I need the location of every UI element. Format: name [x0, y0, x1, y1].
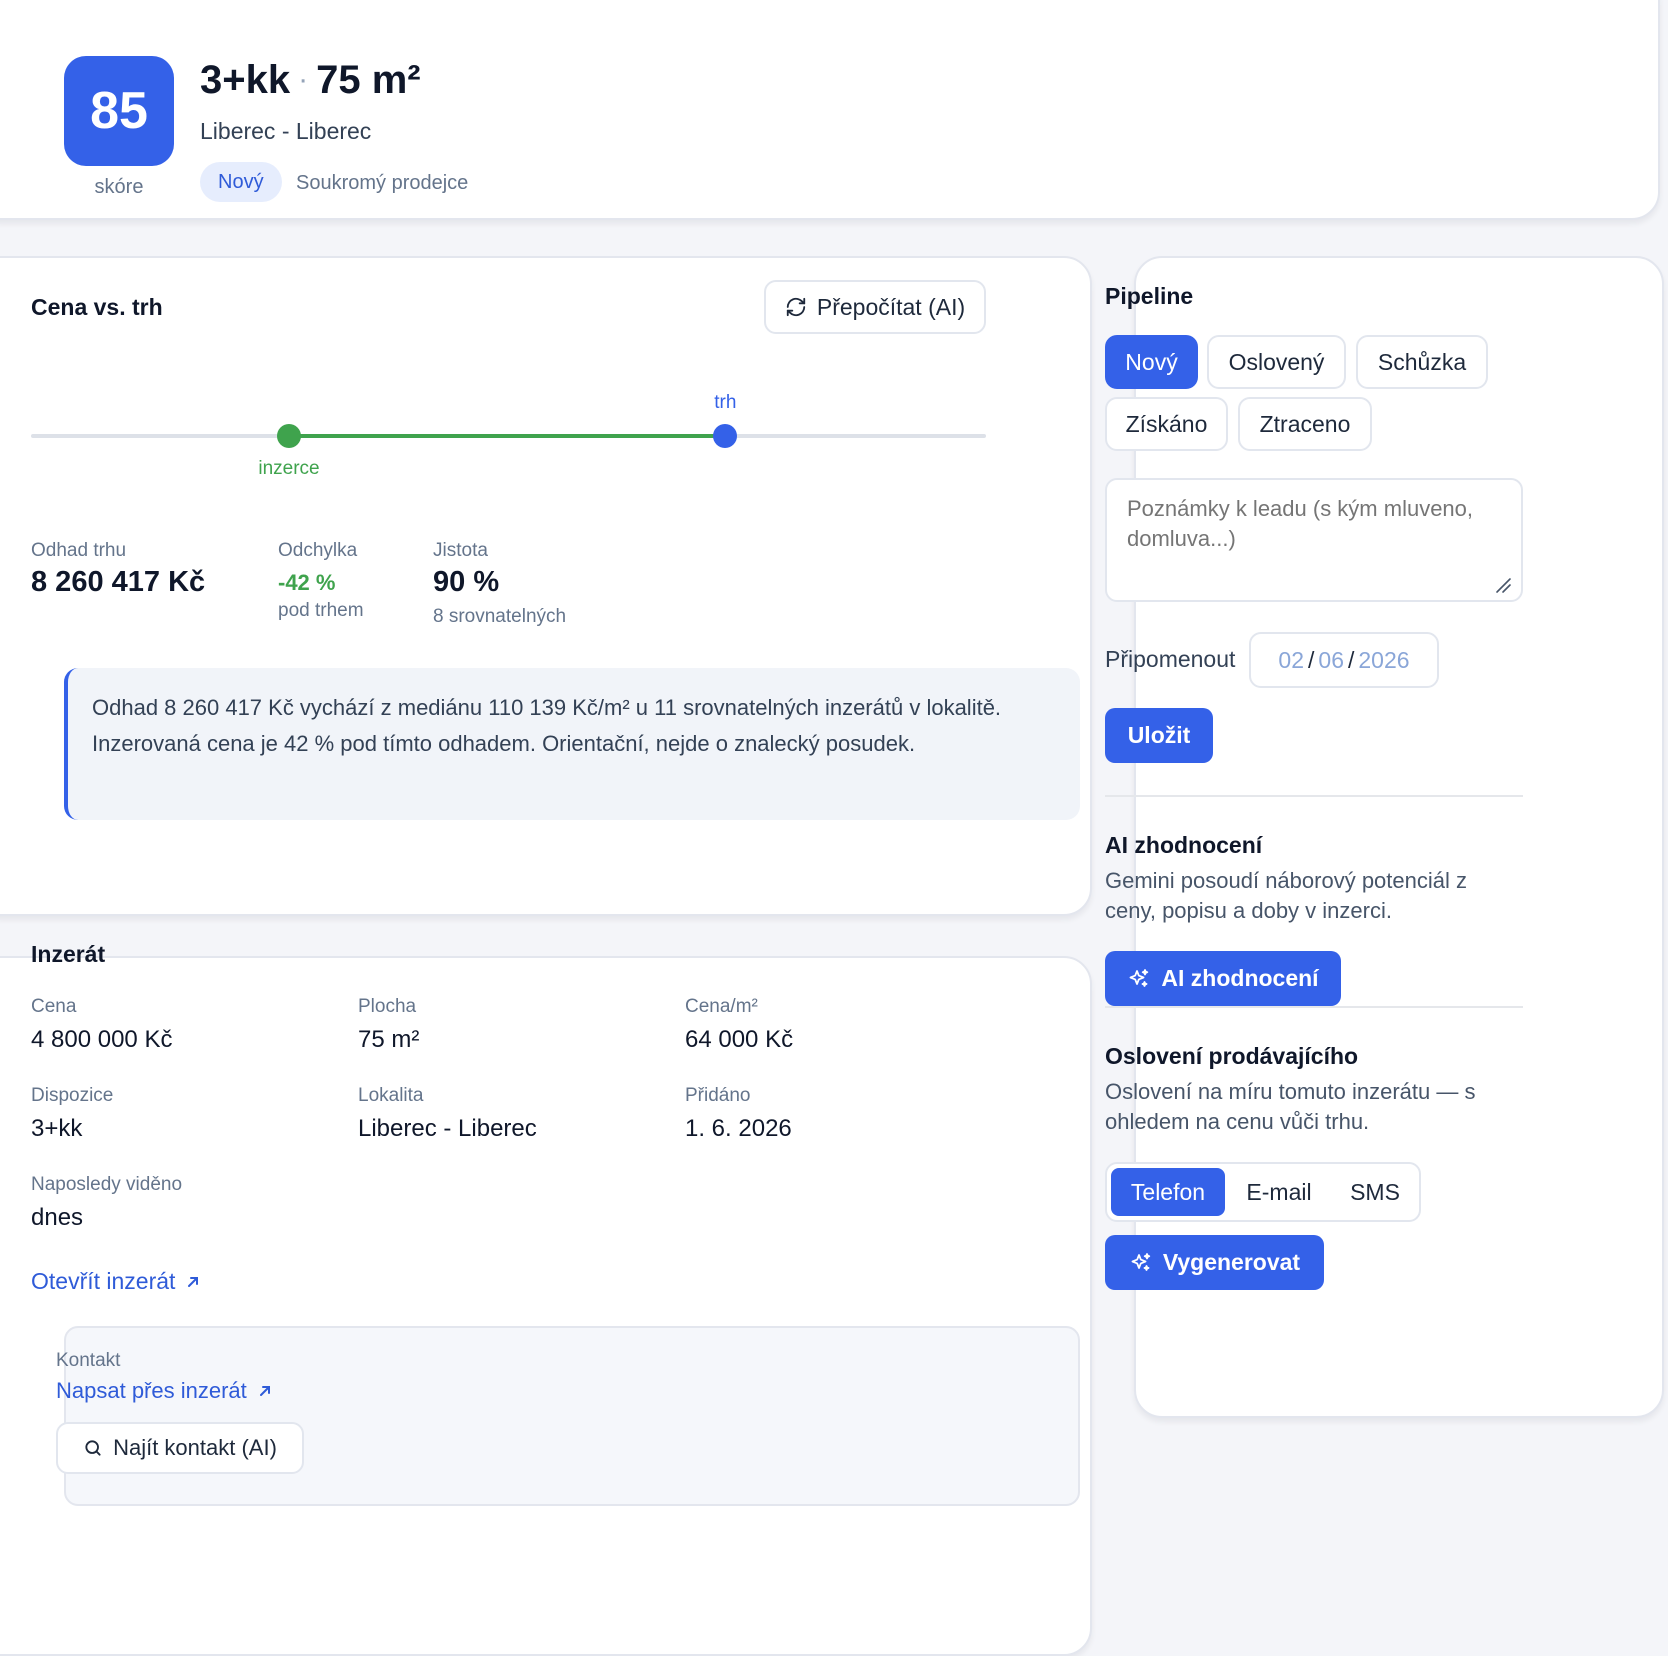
- score-label: skóre: [94, 176, 144, 198]
- field-value-last-seen: dnes: [31, 1204, 84, 1231]
- field-label-location: Lokalita: [358, 1085, 424, 1106]
- reminder-date-input[interactable]: 02/06/2026: [1249, 632, 1439, 688]
- find-contact-label: Najít kontakt (AI): [113, 1435, 277, 1460]
- search-icon: [85, 1440, 101, 1456]
- confidence-sub: 8 srovnatelných: [433, 606, 567, 627]
- message-via-listing-link[interactable]: Napsat přes inzerát: [56, 1378, 273, 1404]
- stage-won[interactable]: Získáno: [1105, 397, 1228, 451]
- ai-evaluation-description: Gemini posoudí náborový potenciál z ceny…: [1105, 868, 1467, 923]
- status-badge: Nový: [200, 162, 282, 202]
- confidence-value: 90 %: [433, 566, 500, 598]
- confidence-label: Jistota: [433, 540, 488, 561]
- deviation-sub: pod trhem: [278, 600, 364, 621]
- field-value-price: 4 800 000 Kč: [31, 1026, 173, 1053]
- title-area: 75 m²: [316, 58, 421, 102]
- field-value-price-per-m2: 64 000 Kč: [685, 1026, 794, 1053]
- field-value-location: Liberec - Liberec: [358, 1115, 537, 1142]
- contact-label: Kontakt: [56, 1350, 121, 1371]
- refresh-icon: [786, 297, 806, 317]
- estimate-value: 8 260 417 Kč: [31, 566, 206, 598]
- estimate-explanation: Odhad 8 260 417 Kč vychází z mediánu 110…: [64, 668, 1080, 820]
- deviation-label: Odchylka: [278, 540, 358, 561]
- field-value-added: 1. 6. 2026: [685, 1115, 792, 1142]
- lead-notes-textarea[interactable]: [1105, 478, 1523, 602]
- channel-selector: Telefon E-mail SMS: [1105, 1162, 1421, 1222]
- outreach-title: Oslovení prodávajícího: [1105, 1043, 1359, 1069]
- channel-sms[interactable]: SMS: [1331, 1168, 1419, 1216]
- date-month: 06: [1318, 646, 1344, 673]
- seller-type: Soukromý prodejce: [296, 172, 469, 194]
- external-link-icon: [259, 1386, 270, 1396]
- open-listing-link[interactable]: Otevřít inzerát: [31, 1268, 201, 1295]
- score-badge: 85: [64, 56, 174, 166]
- title-layout: 3+kk: [200, 58, 291, 102]
- price-gap-bar: [288, 434, 726, 438]
- channel-email[interactable]: E-mail: [1229, 1168, 1329, 1216]
- resize-handle-icon[interactable]: [1494, 576, 1512, 594]
- generate-button[interactable]: Vygenerovat: [1105, 1235, 1324, 1290]
- divider: [1105, 1006, 1523, 1008]
- save-button[interactable]: Uložit: [1105, 708, 1213, 763]
- external-link-icon: [188, 1276, 199, 1287]
- open-listing-label: Otevřít inzerát: [31, 1268, 176, 1294]
- divider: [1105, 795, 1523, 797]
- date-separator: /: [1348, 646, 1355, 673]
- field-label-price: Cena: [31, 996, 77, 1017]
- field-label-last-seen: Naposledy viděno: [31, 1174, 183, 1195]
- pipeline-title: Pipeline: [1105, 283, 1194, 309]
- deviation-value: -42 %: [278, 570, 336, 595]
- price-card-title: Cena vs. trh: [31, 294, 163, 320]
- ai-evaluation-button[interactable]: AI zhodnocení: [1105, 951, 1341, 1006]
- generate-button-label: Vygenerovat: [1162, 1249, 1301, 1275]
- stage-contacted[interactable]: Oslovený: [1207, 335, 1346, 389]
- stage-lost[interactable]: Ztraceno: [1238, 397, 1372, 451]
- ai-evaluation-title: AI zhodnocení: [1105, 832, 1263, 858]
- title-separator: ·: [298, 63, 309, 96]
- listing-marker-label: inzerce: [258, 458, 320, 479]
- sparkles-icon: [1130, 968, 1149, 987]
- page-title: 3+kk · 75 m²: [200, 58, 421, 103]
- recalculate-button[interactable]: Přepočítat (AI): [764, 280, 986, 334]
- field-value-area: 75 m²: [358, 1026, 420, 1053]
- channel-phone[interactable]: Telefon: [1111, 1168, 1225, 1216]
- recalculate-label: Přepočítat (AI): [816, 293, 966, 320]
- field-label-area: Plocha: [358, 996, 417, 1017]
- field-label-layout: Dispozice: [31, 1085, 114, 1106]
- market-marker-label: trh: [714, 392, 737, 413]
- field-value-layout: 3+kk: [31, 1115, 83, 1142]
- field-label-price-per-m2: Cena/m²: [685, 996, 758, 1017]
- ai-evaluation-button-label: AI zhodnocení: [1161, 965, 1319, 991]
- estimate-label: Odhad trhu: [31, 540, 127, 561]
- listing-card-title: Inzerát: [31, 941, 106, 967]
- date-year: 2026: [1358, 646, 1410, 673]
- field-label-added: Přidáno: [685, 1085, 751, 1106]
- date-separator: /: [1308, 646, 1315, 673]
- listing-card: [0, 956, 1092, 1656]
- contact-box: [64, 1326, 1080, 1506]
- sparkles-icon: [1131, 1252, 1151, 1271]
- location-subtitle: Liberec - Liberec: [200, 118, 372, 144]
- listing-price-marker: [276, 424, 301, 448]
- stage-meeting[interactable]: Schůzka: [1356, 335, 1488, 389]
- find-contact-button[interactable]: Najít kontakt (AI): [56, 1422, 304, 1474]
- outreach-description: Oslovení na míru tomuto inzerátu — s ohl…: [1105, 1079, 1476, 1134]
- remind-label: Připomenout: [1105, 646, 1236, 672]
- message-via-listing-label: Napsat přes inzerát: [56, 1378, 247, 1403]
- stage-new[interactable]: Nový: [1105, 335, 1198, 389]
- date-day: 02: [1278, 646, 1305, 673]
